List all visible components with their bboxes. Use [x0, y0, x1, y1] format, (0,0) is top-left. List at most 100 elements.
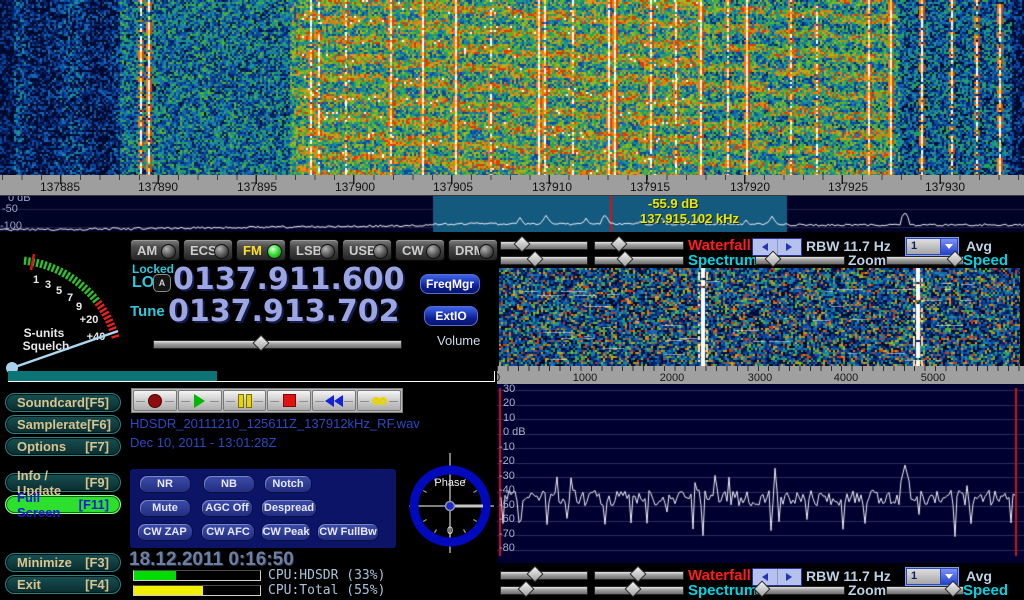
full-screen-button[interactable]: Full Screen[F11]	[5, 495, 121, 514]
slider-thumb[interactable]	[617, 251, 634, 268]
spectrum-range-slider[interactable]	[594, 256, 684, 265]
wav-file-name: HDSDR_20111210_125611Z_137912kHz_RF.wav	[130, 416, 420, 431]
zoom-slider-2[interactable]	[755, 586, 845, 595]
audio-frequency-scale[interactable]: 0 1000 2000 3000 4000 5000	[497, 366, 1024, 384]
volume-label: Volume	[437, 333, 480, 348]
notch-button[interactable]: Notch	[264, 475, 312, 493]
freqmgr-button[interactable]: FreqMgr	[420, 274, 480, 294]
play-button[interactable]	[178, 390, 222, 411]
volume-slider-thumb[interactable]	[253, 335, 270, 352]
mode-am-button[interactable]: AM	[130, 239, 180, 261]
lo-frequency-readout[interactable]: 0137.911.600	[173, 265, 405, 295]
despread-button[interactable]: Despread	[261, 499, 317, 517]
audio-freq-tick: 3000	[740, 372, 780, 384]
audio-db-tick: -30	[499, 470, 515, 482]
record-button[interactable]	[133, 390, 177, 411]
spectrum-gain-slider-2[interactable]	[500, 586, 588, 595]
record-icon	[148, 394, 162, 408]
waterfall-brightness-slider[interactable]	[500, 241, 588, 250]
speed-slider-2[interactable]	[886, 586, 964, 595]
rf-spectrum-display[interactable]: 0 dB -50 -100 -55.9 dB 137.915.102 kHz	[0, 196, 1024, 232]
freq-tick: 137895	[222, 180, 292, 194]
audio-spectrum-display[interactable]: 30 20 10 0 dB -10 -20 -30 -40 -50 -60 -7…	[497, 384, 1024, 563]
spectrum-range-slider-2[interactable]	[594, 586, 684, 595]
audio-scale-ticks	[497, 366, 1024, 371]
mode-usb-button[interactable]: USB	[342, 239, 392, 261]
minimize-button[interactable]: Minimize[F3]	[5, 553, 121, 572]
mode-led-icon	[267, 244, 282, 259]
rbw-increase-arrow-icon[interactable]	[777, 239, 802, 255]
mode-button-row: AM ECSS FM LSB USB CW DRM	[130, 239, 498, 261]
mode-led-icon	[161, 244, 176, 259]
waterfall-contrast-slider[interactable]	[594, 241, 684, 250]
waterfall-contrast-slider-2[interactable]	[594, 571, 684, 580]
rbw-increase-arrow-icon[interactable]	[777, 569, 802, 585]
s-meter-tick-label: 7	[67, 292, 73, 304]
button-label: Minimize	[17, 555, 72, 570]
samplerate-button[interactable]: Samplerate[F6]	[5, 415, 121, 434]
cw-afc-button[interactable]: CW AFC	[201, 523, 255, 541]
mode-drm-button[interactable]: DRM	[448, 239, 498, 261]
button-label: Samplerate	[17, 417, 87, 432]
freq-tick: 137900	[320, 180, 390, 194]
button-fkey: [F6]	[87, 417, 111, 432]
freq-tick: 137920	[715, 180, 785, 194]
mode-label: AM	[137, 243, 157, 258]
freq-tick: 137890	[123, 180, 193, 194]
lo-lock-button[interactable]: A	[153, 274, 171, 292]
rf-spectrum-canvas[interactable]	[0, 196, 1024, 232]
avg-dropdown[interactable]: 1	[906, 238, 958, 255]
pause-button[interactable]	[223, 390, 267, 411]
slider-thumb[interactable]	[526, 566, 543, 583]
button-label: Exit	[17, 577, 41, 592]
mode-lsb-button[interactable]: LSB	[289, 239, 339, 261]
cw-peak-button[interactable]: CW Peak	[261, 523, 311, 541]
freq-tick: 137910	[517, 180, 587, 194]
waterfall-brightness-slider-2[interactable]	[500, 571, 588, 580]
stop-button[interactable]	[267, 390, 311, 411]
slider-thumb[interactable]	[513, 236, 530, 253]
rf-waterfall-display[interactable]	[0, 0, 1024, 175]
slider-thumb[interactable]	[624, 581, 641, 598]
audio-waterfall-display[interactable]	[499, 268, 1020, 366]
mode-led-icon	[214, 244, 229, 259]
soundcard-button[interactable]: Soundcard[F5]	[5, 393, 121, 412]
mode-label: CW	[402, 243, 424, 258]
audio-spectrum-canvas[interactable]	[497, 384, 1024, 563]
spectrum-tab[interactable]: Spectrum	[688, 252, 757, 269]
mode-led-icon	[426, 244, 441, 259]
mute-button[interactable]: Mute	[139, 499, 191, 517]
loop-button[interactable]	[357, 390, 401, 411]
audio-freq-tick: 4000	[826, 372, 866, 384]
avg-value: 1	[907, 569, 940, 584]
s-meter-tick-label: 5	[56, 285, 62, 297]
nr-button[interactable]: NR	[139, 475, 191, 493]
button-label: Options	[17, 439, 66, 454]
speed-slider[interactable]	[886, 256, 964, 265]
rf-frequency-scale[interactable]: 137885 137890 137895 137900 137905 13791…	[0, 175, 1024, 196]
slider-thumb[interactable]	[526, 251, 543, 268]
zoom-slider[interactable]	[755, 256, 845, 265]
s-meter-peak-mark	[31, 254, 34, 270]
mode-cw-button[interactable]: CW	[395, 239, 445, 261]
cw-fullbw-button[interactable]: CW FullBw	[317, 523, 379, 541]
mode-ecss-button[interactable]: ECSS	[183, 239, 233, 261]
rewind-button[interactable]	[312, 390, 356, 411]
spectrum-tab-2[interactable]: Spectrum	[688, 582, 757, 599]
tune-frequency-readout[interactable]: 0137.913.702	[168, 297, 400, 327]
rbw-spinner[interactable]	[752, 238, 802, 256]
mode-fm-button[interactable]: FM	[236, 239, 286, 261]
options-button[interactable]: Options[F7]	[5, 437, 121, 456]
exit-button[interactable]: Exit[F4]	[5, 575, 121, 594]
spectrum-gain-slider[interactable]	[500, 256, 588, 265]
mode-led-icon	[373, 244, 388, 259]
extio-button[interactable]: ExtIO	[424, 306, 478, 326]
button-fkey: [F9]	[85, 475, 109, 490]
nb-button[interactable]: NB	[203, 475, 255, 493]
cw-zap-button[interactable]: CW ZAP	[137, 523, 193, 541]
slider-thumb[interactable]	[518, 581, 535, 598]
playback-progress-bar[interactable]	[8, 371, 495, 382]
phase-dial[interactable]: Phase 0	[404, 450, 496, 556]
agc-off-button[interactable]: AGC Off	[201, 499, 253, 517]
volume-slider[interactable]	[153, 340, 402, 349]
